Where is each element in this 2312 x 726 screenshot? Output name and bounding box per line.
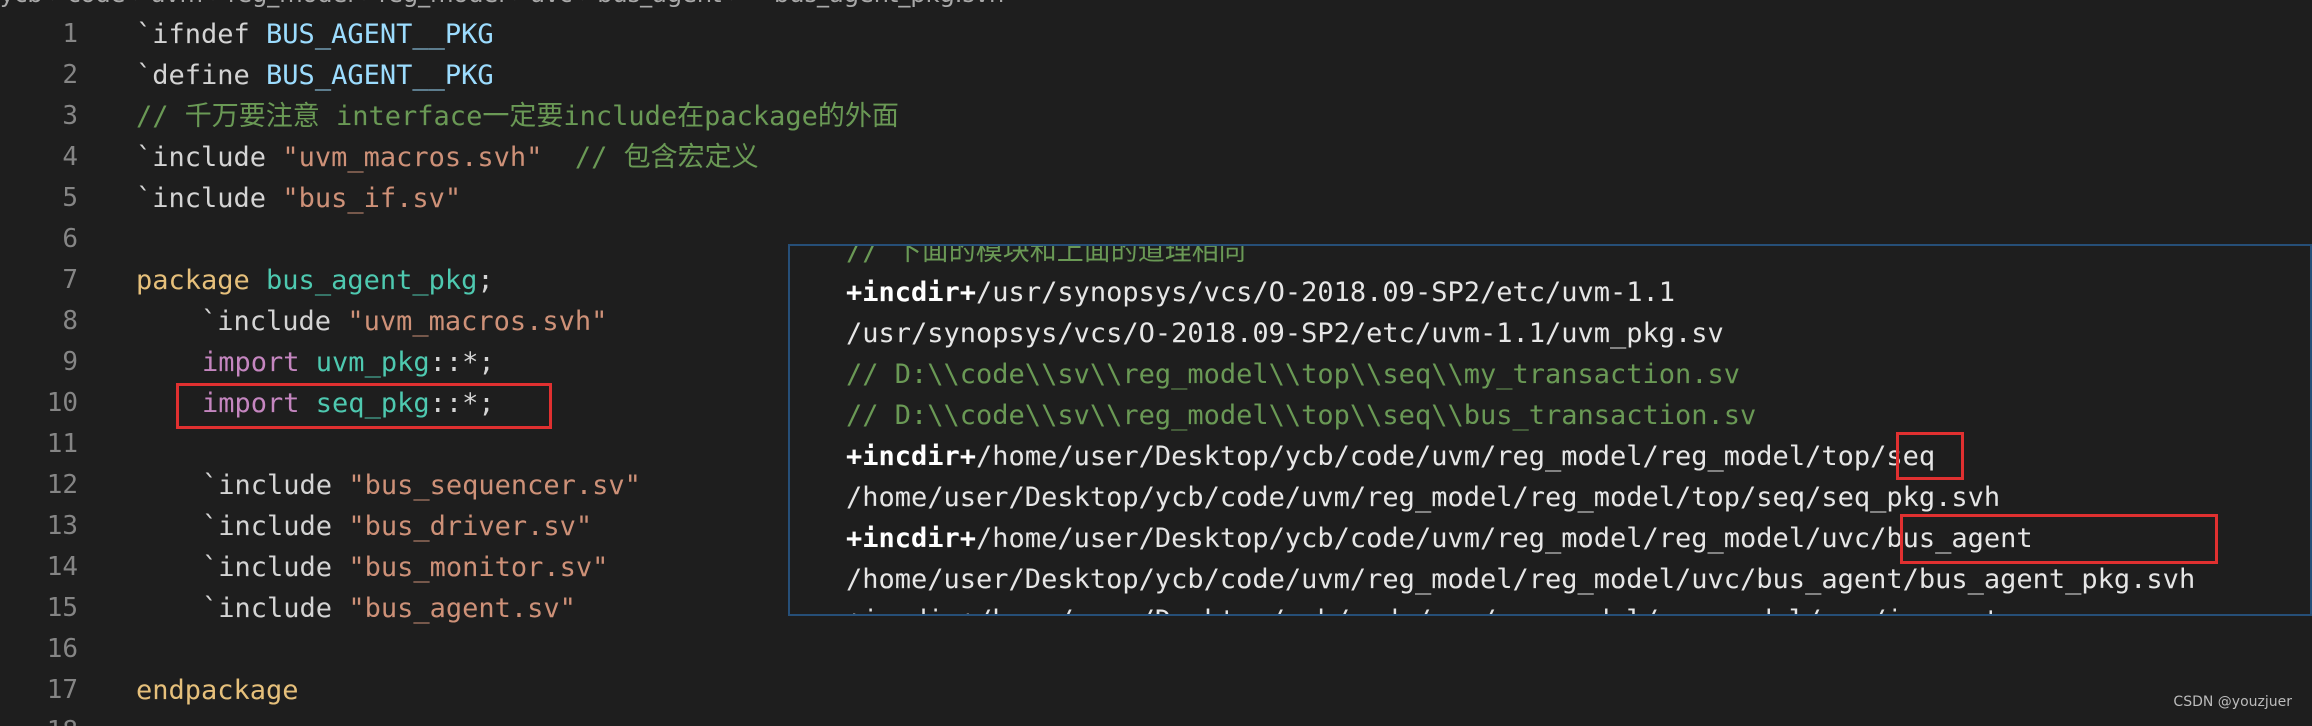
line-number: 1 [62,19,78,49]
line-number: 10 [46,388,78,418]
line-number: 9 [62,347,78,377]
path-text: +incdir+/home/user/Desktop/ycb/code/uvm/… [846,605,2000,614]
package-name: uvm_pkg [315,347,430,378]
directive: `include [136,142,283,173]
package-name: bus_agent_pkg [266,265,478,296]
path-text: /usr/synopsys/vcs/O-2018.09-SP2/etc/uvm-… [846,318,1724,349]
comment: // 千万要注意 interface一定要include在package的外面 [136,101,899,132]
string: "bus_driver.sv" [348,511,593,542]
directive: `include [202,470,349,501]
directive: `include [202,593,349,624]
code-line-8[interactable]: `include "uvm_macros.svh" [136,301,607,342]
code-line-14[interactable]: `include "bus_monitor.sv" [202,547,608,588]
incdir-flag: +incdir+ [846,277,977,308]
code-line-9[interactable]: import uvm_pkg::*; [202,342,495,383]
string: "bus_if.sv" [282,183,462,214]
breadcrumb[interactable]: ycb › code › uvm › reg_model › reg_model… [0,0,1004,10]
incdir-flag: +incdir+ [846,441,977,472]
path-text: /home/user/Desktop/ycb/code/uvm/reg_mode… [846,564,2196,595]
string: "bus_sequencer.sv" [348,470,641,501]
highlight-box-bus-agent [1900,514,2218,564]
directive: `ifndef [136,19,267,50]
line-number: 4 [62,142,78,172]
line-number: 6 [62,224,78,254]
line-number: 7 [62,265,78,295]
path-text: /usr/synopsys/vcs/O-2018.09-SP2/etc/uvm-… [976,277,1676,308]
panel-line[interactable]: // D:\\code\\sv\\reg_model\\top\\seq\\my… [846,354,1740,395]
line-number: 14 [46,552,78,582]
line-number: 2 [62,60,78,90]
code-line-1[interactable]: `ifndef BUS_AGENT__PKG [136,14,494,55]
code-line-4[interactable]: `include "uvm_macros.svh" // 包含宏定义 [136,137,759,178]
line-number: 3 [62,101,78,131]
code-line-3[interactable]: // 千万要注意 interface一定要include在package的外面 [136,96,899,137]
keyword: endpackage [136,675,299,706]
line-number: 17 [46,675,78,705]
directive: `define [136,60,267,91]
filelist-panel[interactable]: // 下面的模块和上面的道理相同 +incdir+/usr/synopsys/v… [788,244,2312,616]
panel-line[interactable]: /home/user/Desktop/ycb/code/uvm/reg_mode… [846,559,2195,600]
line-number: 11 [46,429,78,459]
code-editor[interactable]: ycb › code › uvm › reg_model › reg_model… [0,0,2312,726]
comment: // 包含宏定义 [542,142,759,173]
panel-line[interactable]: +incdir+/home/user/Desktop/ycb/code/uvm/… [846,600,2000,614]
highlight-box-seq [1896,432,1964,480]
string: "uvm_macros.svh" [347,306,608,337]
comment: // D:\\code\\sv\\reg_model\\top\\seq\\my… [846,359,1741,390]
code-line-2[interactable]: `define BUS_AGENT__PKG [136,55,494,96]
macro-name: BUS_AGENT__PKG [266,19,494,50]
panel-line[interactable]: +incdir+/home/user/Desktop/ycb/code/uvm/… [846,518,2033,559]
panel-line[interactable]: +incdir+/home/user/Desktop/ycb/code/uvm/… [846,436,1935,477]
code-line-13[interactable]: `include "bus_driver.sv" [202,506,592,547]
directive: `include [136,183,283,214]
panel-line[interactable]: // 下面的模块和上面的道理相同 [846,244,1246,272]
panel-line[interactable]: +incdir+/usr/synopsys/vcs/O-2018.09-SP2/… [846,272,1675,313]
string: "bus_monitor.sv" [348,552,609,583]
comment: // D:\\code\\sv\\reg_model\\top\\seq\\bu… [846,400,1757,431]
punctuation: ::*; [429,347,495,378]
code-line-7[interactable]: package bus_agent_pkg; [136,260,494,301]
watermark: CSDN @youzjuer [2173,694,2292,710]
line-number: 15 [46,593,78,623]
comment: // 下面的模块和上面的道理相同 [846,244,1246,267]
string: "bus_agent.sv" [348,593,576,624]
path-text: /home/user/Desktop/ycb/code/uvm/reg_mode… [846,482,2001,513]
panel-line[interactable]: /home/user/Desktop/ycb/code/uvm/reg_mode… [846,477,2000,518]
keyword: import [202,347,316,378]
directive: `include [202,511,349,542]
path-text: /home/user/Desktop/ycb/code/uvm/reg_mode… [976,523,2033,554]
macro-name: BUS_AGENT__PKG [266,60,494,91]
string: "uvm_macros.svh" [282,142,543,173]
directive: `include [202,552,349,583]
panel-line[interactable]: /usr/synopsys/vcs/O-2018.09-SP2/etc/uvm-… [846,313,1724,354]
highlight-box-import [176,383,552,429]
code-line-5[interactable]: `include "bus_if.sv" [136,178,461,219]
incdir-flag: +incdir+ [846,523,977,554]
panel-line[interactable]: // D:\\code\\sv\\reg_model\\top\\seq\\bu… [846,395,1756,436]
keyword: package [136,265,267,296]
code-line-17[interactable]: endpackage [136,670,299,711]
line-number: 12 [46,470,78,500]
line-number: 5 [62,183,78,213]
line-number: 18 [0,711,78,726]
directive: `include [136,306,348,337]
line-number: 13 [46,511,78,541]
line-number: 8 [62,306,78,336]
punctuation: ; [477,265,494,296]
path-text: /home/user/Desktop/ycb/code/uvm/reg_mode… [976,441,1936,472]
line-number: 16 [46,634,78,664]
code-line-15[interactable]: `include "bus_agent.sv" [202,588,576,629]
code-line-12[interactable]: `include "bus_sequencer.sv" [202,465,641,506]
